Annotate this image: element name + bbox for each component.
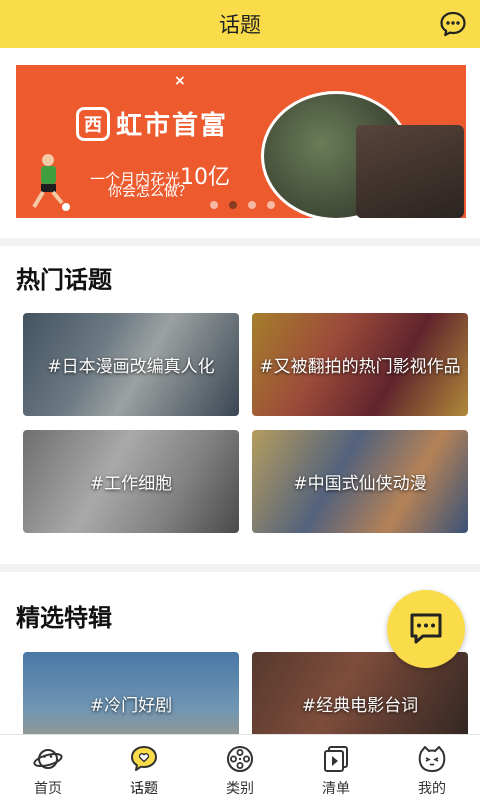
- message-button[interactable]: [438, 9, 468, 39]
- featured-label: #冷门好剧: [89, 696, 173, 716]
- carousel-dot[interactable]: [248, 201, 256, 209]
- movie-title: 虹市首富: [116, 111, 229, 141]
- carousel-dot[interactable]: [210, 201, 218, 209]
- tab-label: 清单: [322, 781, 350, 797]
- chat-bubble-icon: [440, 11, 466, 37]
- top-bar: 话题: [0, 0, 480, 48]
- soccer-player-illustration: [32, 154, 70, 211]
- tab-label: 类别: [226, 781, 254, 797]
- carousel-dot-active[interactable]: [229, 201, 237, 209]
- featured-card[interactable]: #冷门好剧: [23, 652, 239, 734]
- section-title-featured: 精选特辑: [16, 604, 112, 632]
- heart-bubble-icon: [131, 746, 157, 771]
- page-title: 话题: [219, 13, 261, 37]
- hot-topics-section: 热门话题 #日本漫画改编真人化 #又被翻拍的热门影视作品 #工作细胞 #中国式仙…: [0, 246, 480, 564]
- planet-icon: [33, 749, 63, 769]
- comment-icon: [410, 613, 442, 644]
- banner-section: × 西 虹市首富 一个月内花光10亿 你会怎么做？: [0, 48, 480, 238]
- featured-label: #经典电影台词: [301, 696, 419, 716]
- topic-label: #日本漫画改编真人化: [47, 357, 215, 377]
- carousel-dot[interactable]: [267, 201, 275, 209]
- tab-label: 话题: [130, 781, 158, 797]
- topic-label: #又被翻拍的热门影视作品: [259, 357, 461, 377]
- tab-home[interactable]: 首页: [0, 735, 96, 800]
- banner-question: 你会怎么做？: [108, 184, 192, 200]
- promo-banner[interactable]: × 西 虹市首富 一个月内花光10亿 你会怎么做？: [16, 65, 466, 218]
- cat-face-icon: [418, 746, 446, 772]
- tab-label: 首页: [34, 781, 62, 797]
- topic-card[interactable]: #中国式仙侠动漫: [252, 430, 468, 533]
- tab-list[interactable]: 清单: [288, 735, 384, 800]
- movie-logo-mark: 西: [76, 107, 110, 141]
- tab-categories[interactable]: 类别: [192, 735, 288, 800]
- playlist-icon: [324, 746, 348, 772]
- topic-label: #中国式仙侠动漫: [293, 474, 427, 494]
- tab-profile[interactable]: 我的: [384, 735, 480, 800]
- banner-photo-actor: [356, 125, 464, 218]
- topic-card[interactable]: #工作细胞: [23, 430, 239, 533]
- section-title-hot-topics: 热门话题: [16, 266, 112, 294]
- decor-x-mark: ×: [174, 73, 186, 89]
- topic-card[interactable]: #又被翻拍的热门影视作品: [252, 313, 468, 416]
- topic-label: #工作细胞: [89, 474, 173, 494]
- film-reel-icon: [227, 746, 253, 772]
- topic-card[interactable]: #日本漫画改编真人化: [23, 313, 239, 416]
- bottom-tab-bar: 首页 话题 类别 清单 我的: [0, 734, 480, 800]
- tab-topics[interactable]: 话题: [96, 735, 192, 800]
- comment-fab-button[interactable]: [387, 590, 465, 668]
- tab-label: 我的: [418, 781, 446, 797]
- carousel-dots: [210, 201, 275, 209]
